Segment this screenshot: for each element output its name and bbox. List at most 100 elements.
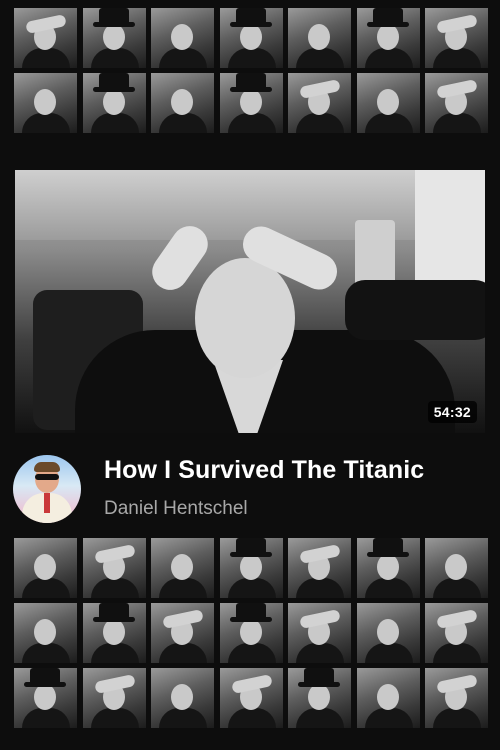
- tile-body: [433, 48, 481, 68]
- tile-face: [376, 89, 399, 115]
- tile-face: [171, 684, 193, 710]
- thumbnail-tile: [425, 668, 488, 728]
- thumbnail-tile: [356, 668, 420, 728]
- tile-hat: [229, 538, 272, 557]
- tile-face: [239, 24, 262, 50]
- thumbnail-tile: [151, 538, 214, 598]
- thumbnail-tile: [82, 73, 146, 133]
- tile-body: [90, 578, 139, 598]
- video-title[interactable]: How I Survived The Titanic: [104, 456, 424, 485]
- thumbnail-tile: [219, 668, 283, 728]
- tile-body: [159, 578, 207, 598]
- tile-hat: [366, 8, 409, 27]
- thumbnail-tile: [14, 668, 77, 728]
- video-thumbnail[interactable]: 54:32: [15, 170, 485, 433]
- thumbnail-tile: [356, 73, 420, 133]
- tile-face: [102, 24, 125, 50]
- tile-body: [227, 578, 276, 598]
- thumbnail-tile: [82, 603, 146, 663]
- tile-face: [171, 554, 193, 580]
- thumbnail-tile: [356, 603, 420, 663]
- thumbnail-tile: [288, 73, 351, 133]
- tile-hat: [366, 538, 409, 557]
- tile-face: [239, 619, 262, 645]
- avatar-hair: [34, 462, 60, 472]
- tile-body: [159, 48, 207, 68]
- channel-name[interactable]: Daniel Hentschel: [104, 498, 248, 520]
- tile-body: [364, 578, 413, 598]
- thumbnail-tile: [82, 8, 146, 68]
- thumbnail-tile: [219, 538, 283, 598]
- tile-body: [22, 578, 70, 598]
- person-sleeve: [345, 280, 485, 340]
- thumbnail-tile: [288, 603, 351, 663]
- tile-body: [90, 113, 139, 133]
- tile-hat: [24, 668, 66, 687]
- tile-face: [102, 89, 125, 115]
- tile-body: [159, 113, 207, 133]
- tile-face: [34, 684, 56, 710]
- thumbnail-tile: [425, 73, 488, 133]
- thumbnail-tile: [82, 538, 146, 598]
- thumbnail-tile: [425, 8, 488, 68]
- tile-face: [171, 89, 193, 115]
- tile-face: [171, 24, 193, 50]
- tile-face: [239, 554, 262, 580]
- thumbnail-tile: [151, 8, 214, 68]
- tile-face: [308, 24, 330, 50]
- person-head: [195, 258, 295, 378]
- tile-hat: [92, 73, 135, 92]
- thumbnail-grid-bottom: [14, 538, 488, 728]
- thumbnail-tile: [14, 603, 77, 663]
- thumbnail-tile: [219, 603, 283, 663]
- tile-body: [159, 643, 207, 663]
- tile-body: [227, 48, 276, 68]
- tile-face: [445, 554, 467, 580]
- thumbnail-tile: [356, 8, 420, 68]
- tile-body: [364, 48, 413, 68]
- thumbnail-tile: [151, 603, 214, 663]
- thumbnail-tile: [14, 8, 77, 68]
- tile-body: [364, 643, 413, 663]
- tile-hat: [229, 73, 272, 92]
- tile-body: [433, 578, 481, 598]
- thumbnail-grid-top: [14, 8, 488, 133]
- tile-body: [227, 643, 276, 663]
- tile-hat: [229, 8, 272, 27]
- tile-body: [296, 48, 344, 68]
- tile-body: [364, 113, 413, 133]
- tile-face: [376, 24, 399, 50]
- tile-body: [296, 578, 344, 598]
- thumbnail-tile: [219, 8, 283, 68]
- car-window: [415, 170, 485, 290]
- tile-face: [376, 619, 399, 645]
- tile-face: [34, 619, 56, 645]
- tile-body: [433, 643, 481, 663]
- tile-body: [296, 708, 344, 728]
- tile-body: [22, 643, 70, 663]
- tile-hat: [298, 668, 340, 687]
- tile-face: [239, 89, 262, 115]
- tile-body: [159, 708, 207, 728]
- tile-hat: [92, 8, 135, 27]
- thumbnail-tile: [288, 8, 351, 68]
- thumbnail-tile: [82, 668, 146, 728]
- tile-body: [296, 643, 344, 663]
- tile-hat: [92, 603, 135, 622]
- channel-avatar[interactable]: [13, 455, 81, 523]
- tile-body: [90, 708, 139, 728]
- tile-body: [296, 113, 344, 133]
- tile-body: [433, 708, 481, 728]
- duration-badge: 54:32: [427, 401, 477, 423]
- thumbnail-tile: [151, 668, 214, 728]
- tile-body: [364, 708, 413, 728]
- tile-face: [102, 619, 125, 645]
- thumbnail-tile: [425, 603, 488, 663]
- avatar-tie: [44, 493, 50, 513]
- thumbnail-tile: [14, 73, 77, 133]
- thumbnail-tile: [14, 538, 77, 598]
- tile-body: [227, 708, 276, 728]
- thumbnail-tile: [288, 538, 351, 598]
- avatar-glasses: [35, 474, 59, 480]
- tile-face: [376, 554, 399, 580]
